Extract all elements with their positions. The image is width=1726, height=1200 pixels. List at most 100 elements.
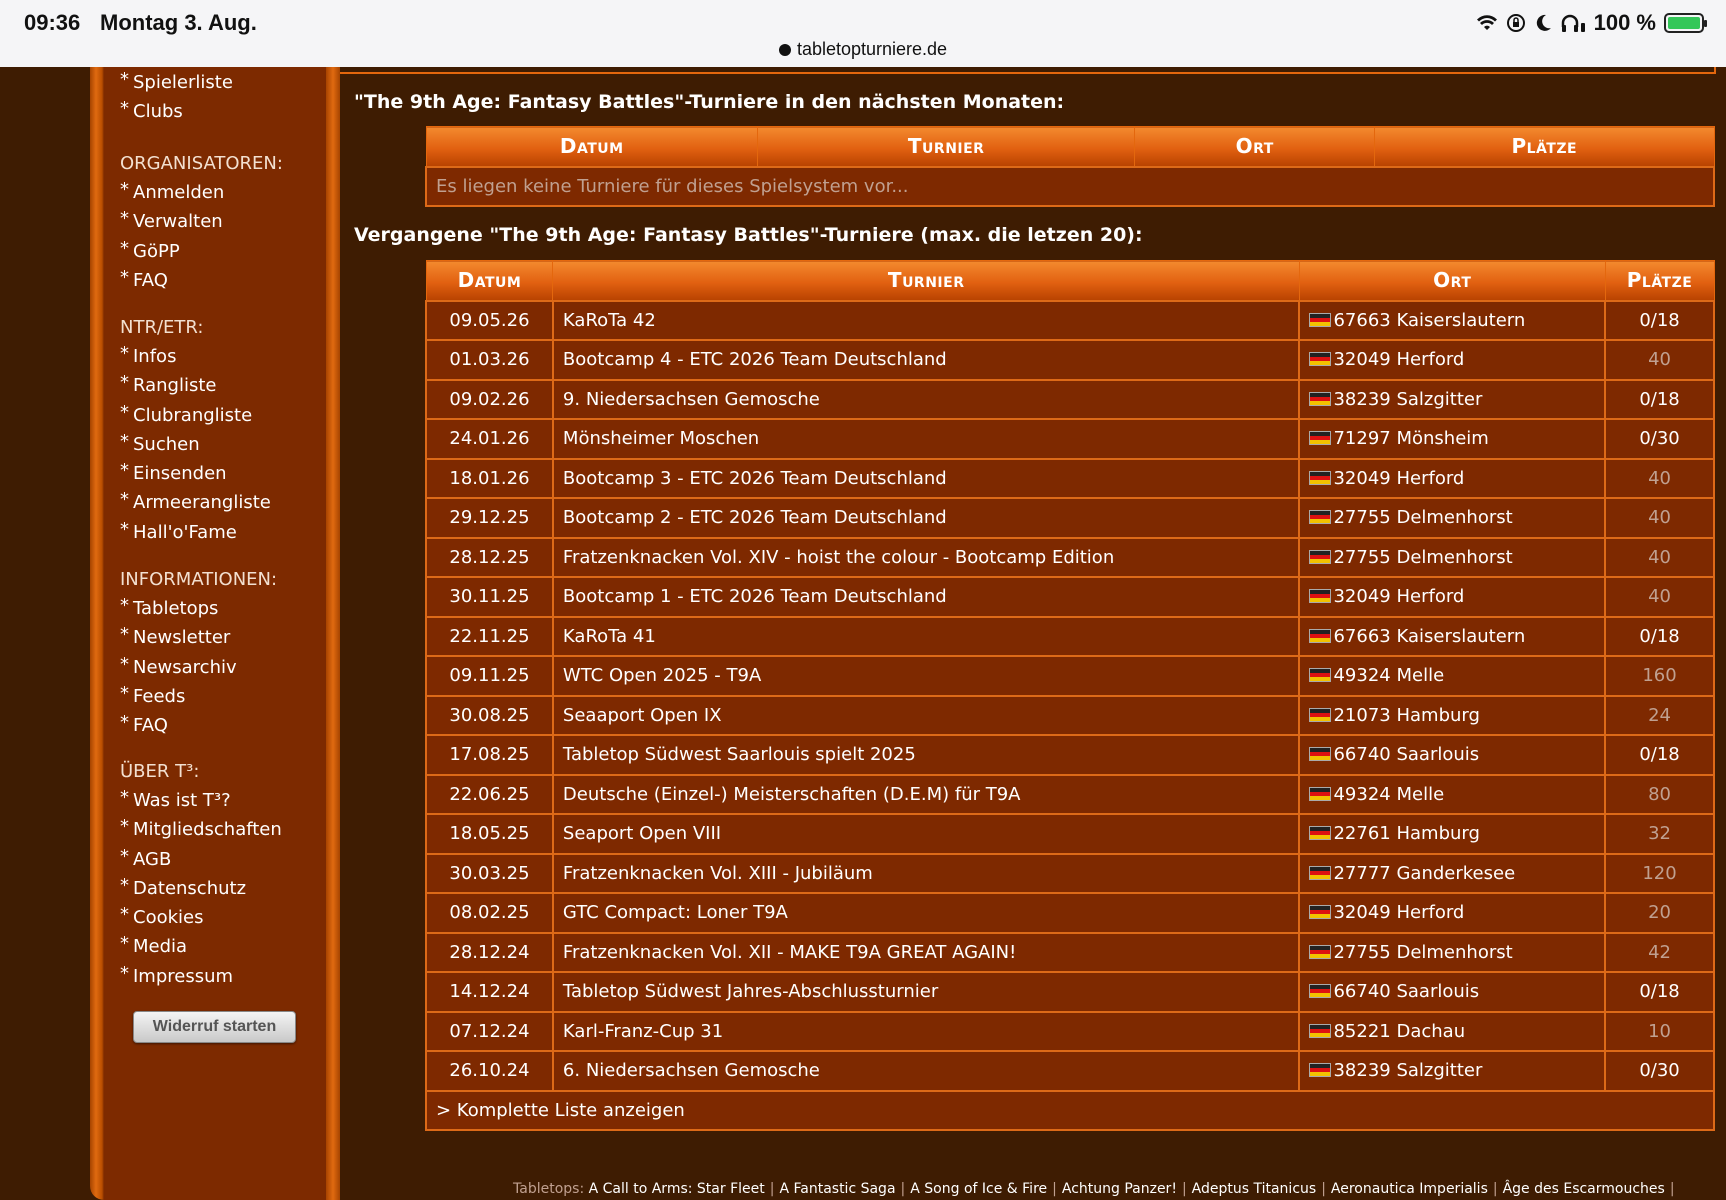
status-date: Montag 3. Aug.	[100, 10, 257, 35]
table-row[interactable]: 30.03.25 Fratzenknacken Vol. XIII - Jubil…	[425, 852, 1715, 894]
row-tournament-link[interactable]: Bootcamp 4 - ETC 2026 Team Deutschland	[551, 339, 1301, 381]
sidebar-item-agb[interactable]: * AGB	[120, 845, 282, 874]
col-turnier[interactable]: Turnier	[756, 126, 1136, 167]
sidebar-item-datenschutz[interactable]: * Datenschutz	[120, 874, 282, 903]
row-tournament-link[interactable]: Fratzenknacken Vol. XIII - Jubiläum	[551, 852, 1301, 894]
sidebar-item-cookies[interactable]: * Cookies	[120, 903, 282, 932]
sidebar-item-tabletops[interactable]: * Tabletops	[120, 594, 277, 623]
footer-link[interactable]: Achtung Panzer!	[1062, 1181, 1177, 1197]
row-tournament-link[interactable]: Karl-Franz-Cup 31	[551, 1010, 1301, 1052]
sidebar-item-feeds[interactable]: * Feeds	[120, 682, 277, 711]
sidebar-item-hall-of-fame[interactable]: * Hall'o'Fame	[120, 518, 271, 547]
sidebar-item-suchen[interactable]: * Suchen	[120, 430, 271, 459]
table-row[interactable]: 01.03.26 Bootcamp 4 - ETC 2026 Team Deuts…	[425, 339, 1715, 381]
col-datum[interactable]: Datum	[425, 126, 758, 167]
row-tournament-link[interactable]: Bootcamp 3 - ETC 2026 Team Deutschland	[551, 457, 1301, 499]
col-plaetze[interactable]: Plätze	[1374, 126, 1715, 167]
sidebar-item-was-ist[interactable]: * Was ist T³?	[120, 786, 282, 815]
sidebar-item-einsenden[interactable]: * Einsenden	[120, 459, 271, 488]
widerruf-button[interactable]: Widerruf starten	[133, 1011, 296, 1043]
row-tournament-link[interactable]: Fratzenknacken Vol. XIV - hoist the colo…	[551, 536, 1301, 578]
sidebar-item-clubs[interactable]: * Clubs	[120, 97, 233, 126]
germany-flag-icon	[1309, 786, 1332, 801]
row-date: 22.11.25	[425, 615, 554, 657]
sidebar-item-infos[interactable]: * Infos	[120, 342, 271, 371]
sidebar-item-media[interactable]: * Media	[120, 932, 282, 961]
row-location: 32049 Herford	[1298, 339, 1607, 381]
row-tournament-link[interactable]: Fratzenknacken Vol. XII - MAKE T9A GREAT…	[551, 931, 1301, 973]
sidebar-item-newsletter[interactable]: * Newsletter	[120, 623, 277, 652]
row-tournament-link[interactable]: Tabletop Südwest Saarlouis spielt 2025	[551, 734, 1301, 776]
row-tournament-link[interactable]: Mönsheimer Moschen	[551, 418, 1301, 460]
status-icons: 100 %	[1476, 10, 1707, 36]
table-row[interactable]: 14.12.24 Tabletop Südwest Jahres-Abschlus…	[425, 971, 1715, 1013]
sidebar-item-gopp[interactable]: * GöPP	[120, 237, 283, 266]
sidebar-item-anmelden[interactable]: * Anmelden	[120, 178, 283, 207]
row-tournament-link[interactable]: Bootcamp 2 - ETC 2026 Team Deutschland	[551, 497, 1301, 539]
row-tournament-link[interactable]: Bootcamp 1 - ETC 2026 Team Deutschland	[551, 576, 1301, 618]
sidebar-item-armeerangliste[interactable]: * Armeerangliste	[120, 488, 271, 517]
row-tournament-link[interactable]: Deutsche (Einzel-) Meisterschaften (D.E.…	[551, 773, 1301, 815]
sidebar-item-clubrangliste[interactable]: * Clubrangliste	[120, 401, 271, 430]
full-list-link[interactable]: > Komplette Liste anzeigen	[425, 1089, 1715, 1131]
table-row[interactable]: 17.08.25 Tabletop Südwest Saarlouis spiel…	[425, 734, 1715, 776]
sidebar-item-spielerliste[interactable]: * Spielerliste	[120, 68, 233, 97]
col-turnier[interactable]: Turnier	[552, 260, 1300, 301]
sidebar-item-impressum[interactable]: * Impressum	[120, 962, 282, 991]
table-row[interactable]: 24.01.26 Mönsheimer Moschen 71297 Mönsheim…	[425, 418, 1715, 460]
footer-link[interactable]: Âge des Escarmouches	[1503, 1181, 1665, 1197]
col-ort[interactable]: Ort	[1298, 260, 1606, 301]
row-tournament-link[interactable]: 6. Niedersachsen Gemosche	[551, 1050, 1301, 1092]
row-places: 0/30	[1604, 418, 1715, 460]
url-bar[interactable]: tabletopturniere.de	[0, 39, 1726, 60]
table-row[interactable]: 09.11.25 WTC Open 2025 - T9A 49324 Melle 16…	[425, 655, 1715, 697]
row-tournament-link[interactable]: GTC Compact: Loner T9A	[551, 892, 1301, 934]
footer-separator: |	[1492, 1181, 1498, 1197]
row-places: 40	[1604, 339, 1715, 381]
row-tournament-link[interactable]: KaRoTa 41	[551, 615, 1301, 657]
table-row[interactable]: 18.05.25 Seaport Open VIII 22761 Hamburg 32	[425, 813, 1715, 855]
row-location: 49324 Melle	[1298, 655, 1607, 697]
row-places: 20	[1604, 892, 1715, 934]
germany-flag-icon	[1309, 747, 1332, 762]
col-plaetze[interactable]: Plätze	[1604, 260, 1715, 301]
col-ort[interactable]: Ort	[1134, 126, 1376, 167]
table-row[interactable]: 18.01.26 Bootcamp 3 - ETC 2026 Team Deuts…	[425, 457, 1715, 499]
footer-separator: |	[1321, 1181, 1326, 1197]
germany-flag-icon	[1309, 510, 1332, 525]
row-location: 27755 Delmenhorst	[1298, 536, 1607, 578]
table-row[interactable]: 07.12.24 Karl-Franz-Cup 31 85221 Dachau 10	[425, 1010, 1715, 1052]
footer-separator: |	[769, 1181, 775, 1197]
row-tournament-link[interactable]: WTC Open 2025 - T9A	[551, 655, 1301, 697]
sidebar-item-verwalten[interactable]: * Verwalten	[120, 207, 283, 236]
table-row[interactable]: 30.11.25 Bootcamp 1 - ETC 2026 Team Deuts…	[425, 576, 1715, 618]
footer-link[interactable]: A Song of Ice & Fire	[910, 1181, 1047, 1197]
table-row[interactable]: 22.11.25 KaRoTa 41 67663 Kaiserslautern 0/1…	[425, 615, 1715, 657]
sidebar-item-rangliste[interactable]: * Rangliste	[120, 371, 271, 400]
germany-flag-icon	[1309, 826, 1332, 841]
table-row[interactable]: 30.08.25 Seaaport Open IX 21073 Hamburg 24	[425, 694, 1715, 736]
footer-link[interactable]: Adeptus Titanicus	[1192, 1181, 1317, 1197]
sidebar-item-faq-info[interactable]: * FAQ	[120, 711, 277, 740]
row-tournament-link[interactable]: Seaaport Open IX	[551, 694, 1301, 736]
footer-link[interactable]: Aeronautica Imperialis	[1331, 1181, 1488, 1197]
table-row[interactable]: 26.10.24 6. Niedersachsen Gemosche 38239 S…	[425, 1050, 1715, 1092]
table-row[interactable]: 09.05.26 KaRoTa 42 67663 Kaiserslautern 0/1…	[425, 299, 1715, 341]
col-datum[interactable]: Datum	[425, 260, 554, 301]
row-tournament-link[interactable]: KaRoTa 42	[551, 299, 1301, 341]
row-tournament-link[interactable]: 9. Niedersachsen Gemosche	[551, 378, 1301, 420]
table-row[interactable]: 22.06.25 Deutsche (Einzel-) Meisterschaft…	[425, 773, 1715, 815]
germany-flag-icon	[1309, 668, 1332, 683]
table-row[interactable]: 08.02.25 GTC Compact: Loner T9A 32049 Herf…	[425, 892, 1715, 934]
table-row[interactable]: 28.12.25 Fratzenknacken Vol. XIV - hoist …	[425, 536, 1715, 578]
sidebar-item-faq-org[interactable]: * FAQ	[120, 266, 283, 295]
sidebar-item-mitgliedschaften[interactable]: * Mitgliedschaften	[120, 815, 282, 844]
sidebar-item-newsarchiv[interactable]: * Newsarchiv	[120, 653, 277, 682]
row-tournament-link[interactable]: Tabletop Südwest Jahres-Abschlussturnier	[551, 971, 1301, 1013]
footer-link[interactable]: A Call to Arms: Star Fleet	[589, 1181, 765, 1197]
table-row[interactable]: 09.02.26 9. Niedersachsen Gemosche 38239 S…	[425, 378, 1715, 420]
row-tournament-link[interactable]: Seaport Open VIII	[551, 813, 1301, 855]
table-row[interactable]: 28.12.24 Fratzenknacken Vol. XII - MAKE T…	[425, 931, 1715, 973]
footer-link[interactable]: A Fantastic Saga	[779, 1181, 895, 1197]
table-row[interactable]: 29.12.25 Bootcamp 2 - ETC 2026 Team Deuts…	[425, 497, 1715, 539]
